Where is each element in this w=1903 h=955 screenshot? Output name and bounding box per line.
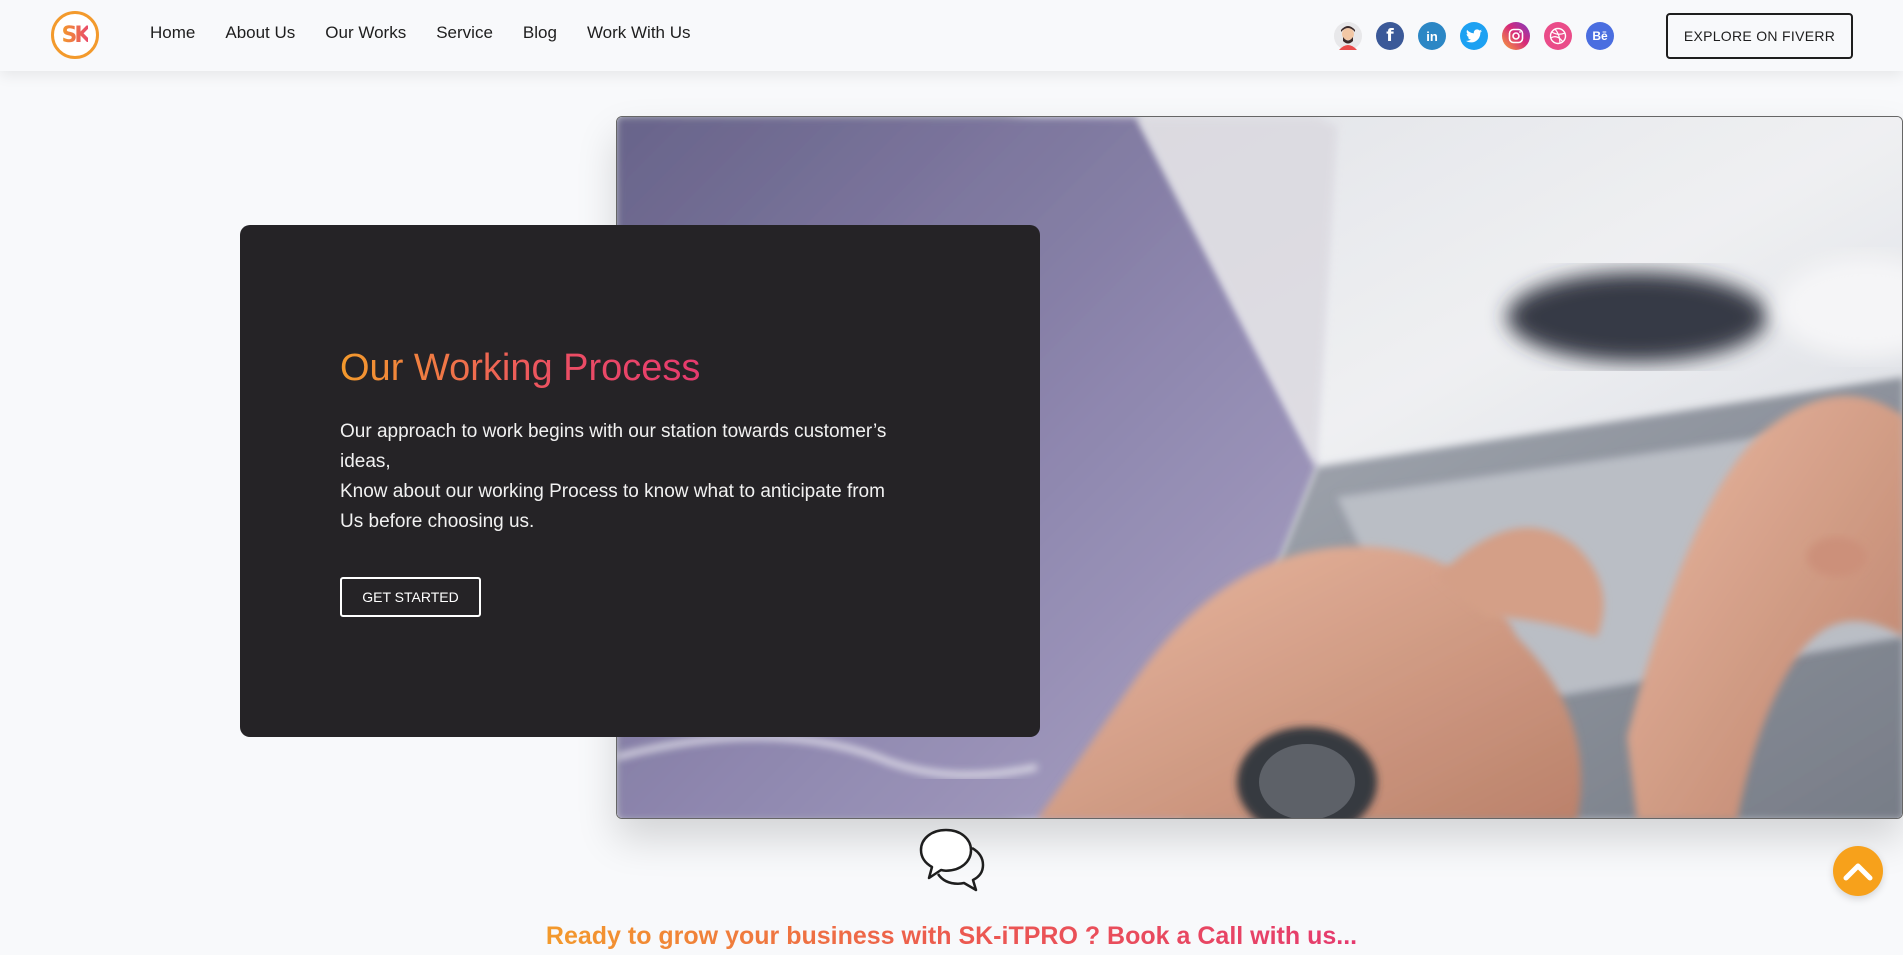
chevron-up-icon [1843, 863, 1873, 881]
logo[interactable]: SK [51, 11, 99, 59]
scroll-to-top-button[interactable] [1833, 846, 1883, 896]
facebook-icon[interactable]: f [1376, 22, 1404, 50]
main-nav: Home About Us Our Works Service Blog Wor… [150, 23, 721, 43]
card-title: Our Working Process [340, 347, 701, 389]
behance-glyph: Bē [1592, 29, 1608, 43]
nav-item-home[interactable]: Home [150, 23, 195, 43]
explore-on-fiverr-button[interactable]: EXPLORE ON FIVERR [1666, 13, 1853, 59]
logo-text: SK [61, 22, 92, 48]
nav-item-about-us[interactable]: About Us [225, 23, 295, 43]
linkedin-icon[interactable]: in [1418, 22, 1446, 50]
card-description: Our approach to work begins with our sta… [340, 417, 900, 537]
behance-icon[interactable]: Bē [1586, 22, 1614, 50]
facebook-glyph: f [1386, 26, 1394, 46]
get-started-button[interactable]: GET STARTED [340, 577, 481, 617]
working-process-card: Our Working Process Our approach to work… [240, 225, 1040, 737]
nav-item-our-works[interactable]: Our Works [325, 23, 406, 43]
linkedin-glyph: in [1426, 28, 1438, 44]
twitter-icon[interactable] [1460, 22, 1488, 50]
site-header: SK Home About Us Our Works Service Blog … [0, 0, 1903, 71]
card-paragraph-1: Our approach to work begins with our sta… [340, 421, 887, 472]
social-links: f in Bē [1334, 22, 1614, 50]
nav-item-service[interactable]: Service [436, 23, 493, 43]
card-paragraph-2: Know about our working Process to know w… [340, 481, 885, 532]
nav-item-blog[interactable]: Blog [523, 23, 557, 43]
nav-item-work-with-us[interactable]: Work With Us [587, 23, 691, 43]
cta-text: Ready to grow your business with SK-iTPR… [545, 922, 1358, 950]
dribbble-icon[interactable] [1544, 22, 1572, 50]
book-call-cta: Ready to grow your business with SK-iTPR… [0, 922, 1903, 951]
chat-bubbles-icon [918, 826, 986, 897]
avatar-icon[interactable] [1334, 22, 1362, 50]
instagram-icon[interactable] [1502, 22, 1530, 50]
